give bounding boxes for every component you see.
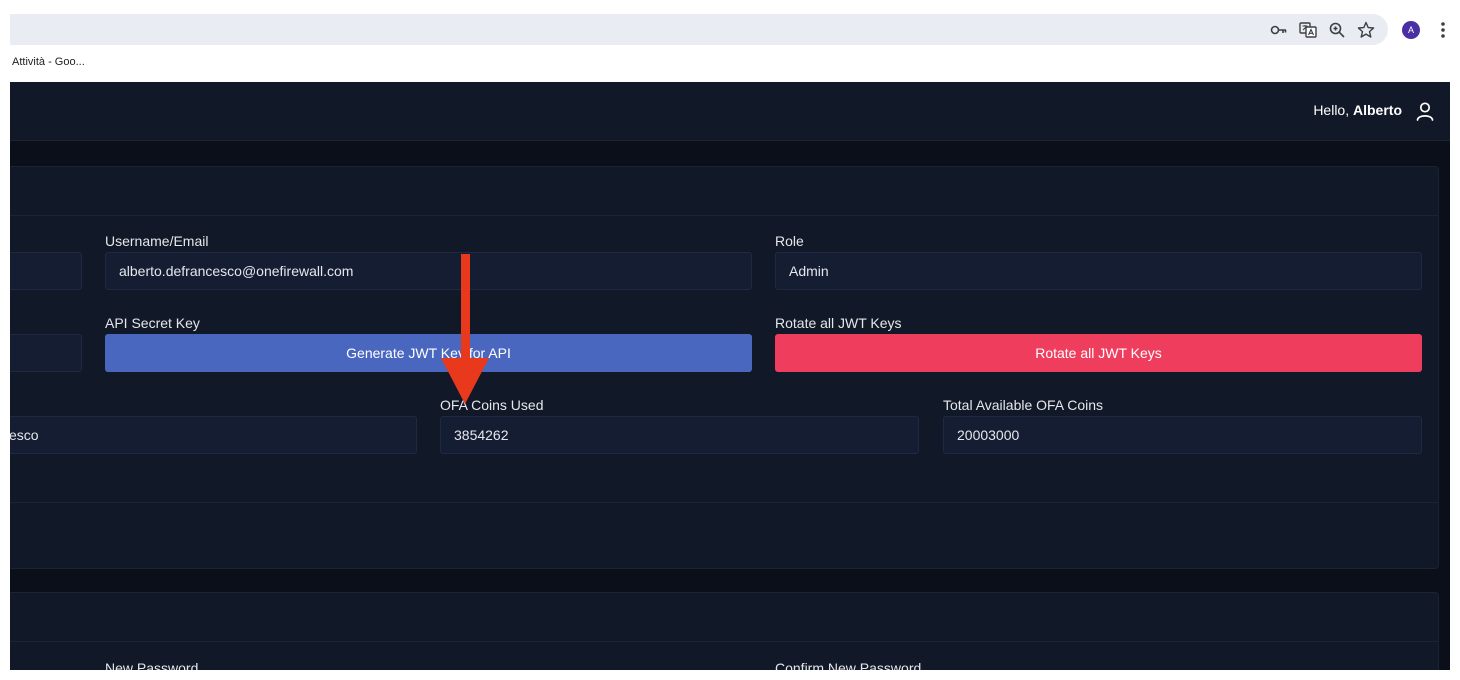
top-navbar: Hello, Alberto xyxy=(10,82,1450,141)
new-password-label: New Password xyxy=(105,660,199,670)
zoom-icon[interactable] xyxy=(1327,20,1347,40)
truncated-field-2[interactable] xyxy=(10,334,82,372)
bookmark-item[interactable]: Attività - Goo... xyxy=(12,56,85,68)
browser-chrome: A Attività - Goo... xyxy=(0,0,1460,82)
username-label: Username/Email xyxy=(105,233,209,249)
api-secret-label: API Secret Key xyxy=(105,315,200,331)
username-field[interactable]: alberto.defrancesco@onefirewall.com xyxy=(105,252,752,290)
role-label: Role xyxy=(775,233,804,249)
address-bar[interactable] xyxy=(10,14,1388,45)
annotation-arrow-icon xyxy=(441,254,489,404)
arrow-head xyxy=(441,358,489,404)
profile-card-header xyxy=(10,167,1438,216)
coins-available-field[interactable]: 20003000 xyxy=(943,416,1422,454)
translate-icon[interactable] xyxy=(1298,20,1318,40)
kebab-menu-icon[interactable] xyxy=(1434,20,1452,40)
profile-avatar[interactable]: A xyxy=(1402,21,1420,39)
password-card-header xyxy=(10,593,1438,642)
password-card xyxy=(10,592,1439,670)
app-viewport: Hello, Alberto Username/Email alberto.de… xyxy=(10,82,1450,670)
card-divider xyxy=(10,502,1438,503)
star-icon[interactable] xyxy=(1356,20,1376,40)
key-icon[interactable] xyxy=(1269,20,1289,40)
role-field[interactable]: Admin xyxy=(775,252,1422,290)
user-greeting: Hello, Alberto xyxy=(1313,102,1402,118)
last-name-field[interactable]: esco xyxy=(10,416,417,454)
user-name: Alberto xyxy=(1353,102,1402,118)
arrow-shaft xyxy=(461,254,470,362)
confirm-password-label: Confirm New Password xyxy=(775,660,922,670)
truncated-field-1[interactable] xyxy=(10,252,82,290)
generate-jwt-button[interactable]: Generate JWT Key for API xyxy=(105,334,752,372)
coins-available-label: Total Available OFA Coins xyxy=(943,397,1104,413)
coins-used-field[interactable]: 3854262 xyxy=(440,416,919,454)
rotate-jwt-button[interactable]: Rotate all JWT Keys xyxy=(775,334,1422,372)
user-icon[interactable] xyxy=(1414,100,1436,122)
greeting-text: Hello, xyxy=(1313,102,1350,118)
rotate-jwt-label: Rotate all JWT Keys xyxy=(775,315,902,331)
